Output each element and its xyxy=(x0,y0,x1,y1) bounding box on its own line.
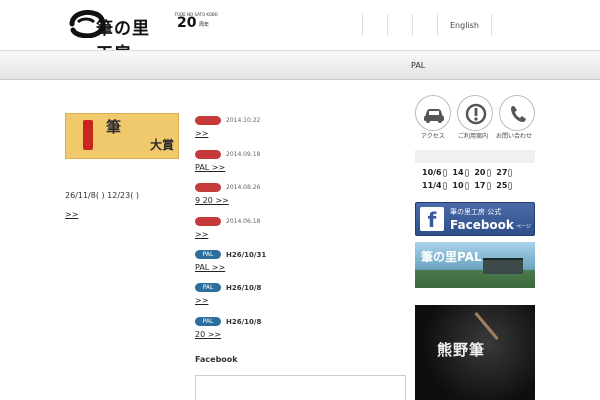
news-tag: PAL xyxy=(195,283,221,292)
guide-label: ご利用案内 xyxy=(458,133,489,140)
weekday-badge xyxy=(508,168,513,177)
news-date: 2014.10.22 xyxy=(226,117,261,124)
weekday-badge xyxy=(486,168,491,177)
top-nav: English xyxy=(362,14,492,36)
facebook-widget[interactable] xyxy=(195,375,406,400)
closed-date: 14 xyxy=(452,168,464,177)
news-title-link[interactable]: >> xyxy=(195,296,405,305)
closed-date: 11/4 xyxy=(422,181,442,190)
exhibition-dates: 26/11/8( ) 12/23( ) xyxy=(65,191,140,200)
contact-label: お問い合わせ xyxy=(496,133,533,140)
banner-date-badge xyxy=(83,120,93,150)
closed-date: 10/6 xyxy=(422,168,442,177)
news-title-link[interactable]: >> xyxy=(195,129,405,138)
pal-banner[interactable]: 筆の里PAL xyxy=(415,242,535,288)
info-icon xyxy=(465,103,487,125)
access-button[interactable] xyxy=(415,95,451,131)
weekday-badge xyxy=(442,168,447,177)
facebook-banner-line3: ページ xyxy=(516,224,531,230)
main-nav: PAL xyxy=(0,50,600,80)
news-date: H26/10/8 xyxy=(226,283,262,292)
closed-date: 10 xyxy=(452,181,464,190)
left-more-link[interactable]: >> xyxy=(65,209,187,220)
news-title-link[interactable]: PAL >> xyxy=(195,263,405,272)
news-date: 2014.08.26 xyxy=(226,184,261,191)
guide-button[interactable] xyxy=(457,95,493,131)
facebook-page-banner[interactable]: f 筆の里工房 公式 Facebook ページ xyxy=(415,202,535,236)
top-nav-item-3[interactable] xyxy=(412,14,437,36)
main-nav-item-pal[interactable]: PAL xyxy=(411,51,425,79)
pal-banner-title: 筆の里PAL xyxy=(421,250,482,264)
news-item: 2014.06.18 >> xyxy=(195,216,405,239)
header: 筆の里工房 FUDE NO SATO KOBO 20 周年 English xyxy=(0,0,600,64)
news-date: H26/10/31 xyxy=(226,250,267,259)
closed-date: 20 xyxy=(474,168,486,177)
news-tag xyxy=(195,116,221,125)
weekday-badge xyxy=(464,168,469,177)
banner-left-panel xyxy=(69,118,99,156)
news-date: 2014.06.18 xyxy=(226,218,261,225)
news-tag: PAL xyxy=(195,250,221,259)
top-nav-english[interactable]: English xyxy=(437,14,492,36)
facebook-banner-line1: 筆の里工房 公式 xyxy=(450,208,502,216)
news-item: PAL H26/10/8 >> xyxy=(195,282,405,305)
weekday-badge xyxy=(508,181,513,190)
pal-building-image xyxy=(483,258,523,274)
weekday-badge xyxy=(442,181,447,190)
closed-date: 25 xyxy=(496,181,508,190)
brush-image xyxy=(474,312,499,340)
anniversary-unit: 周年 xyxy=(199,22,210,28)
news-title-link[interactable]: >> xyxy=(195,230,405,239)
news-title-link[interactable]: 20 >> xyxy=(195,330,405,339)
news-tag xyxy=(195,150,221,159)
news-tag xyxy=(195,217,221,226)
car-icon xyxy=(424,109,444,123)
closed-date: 17 xyxy=(474,181,486,190)
closed-date: 27 xyxy=(496,168,508,177)
news-date: H26/10/8 xyxy=(226,317,262,326)
banner-calligraphy: 筆 大賞 xyxy=(106,116,174,156)
facebook-banner-line2: Facebook xyxy=(450,218,514,232)
closed-days-row: 10/6 14 20 27 xyxy=(422,168,515,177)
exhibition-banner[interactable]: 筆 大賞 xyxy=(65,113,179,159)
top-nav-item-1[interactable] xyxy=(362,14,387,36)
news-item: 2014.09.18 PAL >> xyxy=(195,149,405,172)
closed-days-row: 11/4 10 17 25 xyxy=(422,181,515,190)
news-date: 2014.09.18 xyxy=(226,151,261,158)
news-item: PAL H26/10/8 20 >> xyxy=(195,316,405,339)
news-tag xyxy=(195,183,221,192)
facebook-section-title: Facebook xyxy=(195,355,238,364)
banner-calligraphy-1: 筆 xyxy=(106,118,122,136)
access-label: アクセス xyxy=(421,133,445,140)
news-title-link[interactable]: 9 20 >> xyxy=(195,196,405,205)
news-item: 2014.10.22 >> xyxy=(195,115,405,138)
contact-button[interactable] xyxy=(499,95,535,131)
phone-icon xyxy=(511,106,526,122)
anniversary-badge: FUDE NO SATO KOBO 20 周年 xyxy=(175,12,223,38)
banner-calligraphy-3: 大賞 xyxy=(150,138,175,152)
kumano-brush-banner[interactable]: 熊野筆 xyxy=(415,305,535,400)
news-item: PAL H26/10/31 PAL >> xyxy=(195,249,405,272)
anniversary-number: 20 xyxy=(177,15,197,31)
weekday-badge xyxy=(464,181,469,190)
news-item: 2014.08.26 9 20 >> xyxy=(195,182,405,205)
weekday-badge xyxy=(486,181,491,190)
site-logo[interactable]: 筆の里工房 xyxy=(68,8,152,64)
top-nav-item-2[interactable] xyxy=(387,14,412,36)
news-tag: PAL xyxy=(195,317,221,326)
kumano-brush-text: 熊野筆 xyxy=(437,341,486,359)
news-title-link[interactable]: PAL >> xyxy=(195,163,405,172)
facebook-icon: f xyxy=(420,207,444,232)
closed-days-header xyxy=(415,150,535,163)
